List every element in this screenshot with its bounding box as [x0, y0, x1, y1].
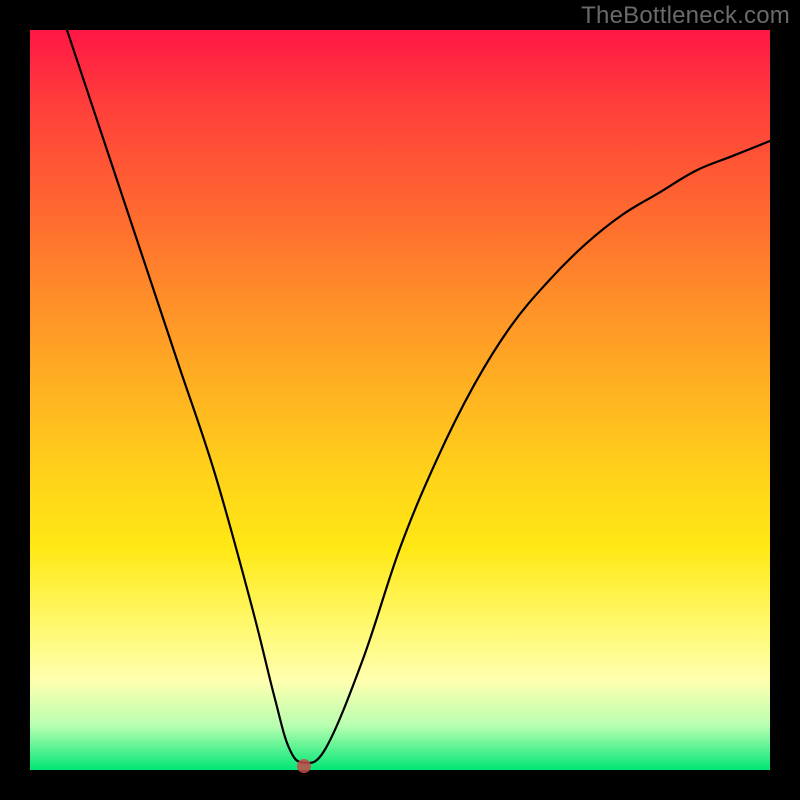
minimum-marker — [297, 759, 311, 773]
chart-frame: TheBottleneck.com — [0, 0, 800, 800]
watermark-text: TheBottleneck.com — [581, 2, 790, 30]
bottleneck-curve — [67, 30, 770, 763]
plot-area — [30, 30, 770, 770]
curve-svg — [30, 30, 770, 770]
